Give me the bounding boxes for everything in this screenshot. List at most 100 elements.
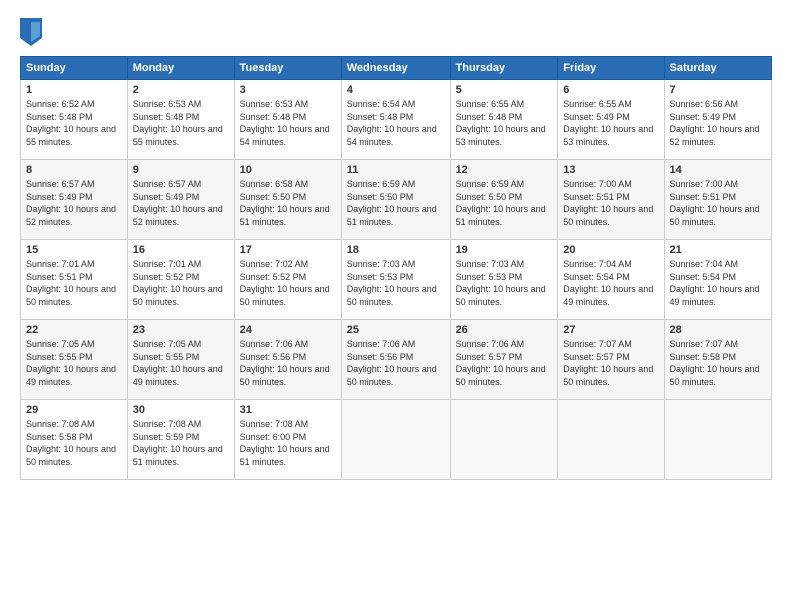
calendar-cell: 4Sunrise: 6:54 AMSunset: 5:48 PMDaylight… [341,80,450,160]
day-number: 2 [133,84,229,96]
day-info: Sunrise: 7:05 AMSunset: 5:55 PMDaylight:… [26,339,116,387]
day-number: 25 [347,324,445,336]
day-info: Sunrise: 6:55 AMSunset: 5:49 PMDaylight:… [563,99,653,147]
weekday-header-row: SundayMondayTuesdayWednesdayThursdayFrid… [21,57,772,80]
day-number: 18 [347,244,445,256]
day-number: 13 [563,164,658,176]
day-info: Sunrise: 7:00 AMSunset: 5:51 PMDaylight:… [670,179,760,227]
page-container: SundayMondayTuesdayWednesdayThursdayFrid… [0,0,792,612]
day-number: 22 [26,324,122,336]
day-info: Sunrise: 7:04 AMSunset: 5:54 PMDaylight:… [563,259,653,307]
calendar-cell: 30 Sunrise: 7:08 AMSunset: 5:59 PMDayligh… [127,400,234,480]
day-number: 11 [347,164,445,176]
day-info: Sunrise: 7:05 AMSunset: 5:55 PMDaylight:… [133,339,223,387]
day-info: Sunrise: 6:52 AMSunset: 5:48 PMDaylight:… [26,99,116,147]
calendar-cell: 6 Sunrise: 6:55 AMSunset: 5:49 PMDaylight… [558,80,664,160]
day-number: 28 [670,324,767,336]
calendar-cell: 23Sunrise: 7:05 AMSunset: 5:55 PMDayligh… [127,320,234,400]
calendar-cell: 19 Sunrise: 7:03 AMSunset: 5:53 PMDayligh… [450,240,558,320]
calendar-cell: 20 Sunrise: 7:04 AMSunset: 5:54 PMDayligh… [558,240,664,320]
day-info: Sunrise: 7:08 AMSunset: 6:00 PMDaylight:… [240,419,330,467]
day-number: 19 [456,244,553,256]
day-number: 17 [240,244,336,256]
calendar-cell: 18 Sunrise: 7:03 AMSunset: 5:53 PMDayligh… [341,240,450,320]
calendar-cell: 14 Sunrise: 7:00 AMSunset: 5:51 PMDayligh… [664,160,772,240]
day-number: 12 [456,164,553,176]
calendar-cell: 1 Sunrise: 6:52 AMSunset: 5:48 PMDaylight… [21,80,128,160]
day-info: Sunrise: 7:04 AMSunset: 5:54 PMDaylight:… [670,259,760,307]
day-number: 14 [670,164,767,176]
day-number: 5 [456,84,553,96]
day-info: Sunrise: 6:53 AMSunset: 5:48 PMDaylight:… [133,99,223,147]
day-number: 20 [563,244,658,256]
calendar-cell: 26 Sunrise: 7:06 AMSunset: 5:57 PMDayligh… [450,320,558,400]
calendar-cell: 10Sunrise: 6:58 AMSunset: 5:50 PMDayligh… [234,160,341,240]
day-info: Sunrise: 6:57 AMSunset: 5:49 PMDaylight:… [133,179,223,227]
calendar-cell: 13 Sunrise: 7:00 AMSunset: 5:51 PMDayligh… [558,160,664,240]
calendar-week-2: 8 Sunrise: 6:57 AMSunset: 5:49 PMDaylight… [21,160,772,240]
day-number: 15 [26,244,122,256]
calendar-cell [341,400,450,480]
calendar-cell [450,400,558,480]
calendar-cell: 27 Sunrise: 7:07 AMSunset: 5:57 PMDayligh… [558,320,664,400]
calendar-cell: 3Sunrise: 6:53 AMSunset: 5:48 PMDaylight… [234,80,341,160]
day-number: 8 [26,164,122,176]
day-info: Sunrise: 6:59 AMSunset: 5:50 PMDaylight:… [347,179,437,227]
day-info: Sunrise: 6:53 AMSunset: 5:48 PMDaylight:… [240,99,330,147]
calendar-cell: 12 Sunrise: 6:59 AMSunset: 5:50 PMDayligh… [450,160,558,240]
day-info: Sunrise: 6:54 AMSunset: 5:48 PMDaylight:… [347,99,437,147]
calendar-cell: 31 Sunrise: 7:08 AMSunset: 6:00 PMDayligh… [234,400,341,480]
day-number: 9 [133,164,229,176]
weekday-header-saturday: Saturday [664,57,772,80]
day-info: Sunrise: 7:03 AMSunset: 5:53 PMDaylight:… [347,259,437,307]
day-info: Sunrise: 7:06 AMSunset: 5:57 PMDaylight:… [456,339,546,387]
calendar-week-4: 22 Sunrise: 7:05 AMSunset: 5:55 PMDayligh… [21,320,772,400]
weekday-header-friday: Friday [558,57,664,80]
day-info: Sunrise: 7:07 AMSunset: 5:57 PMDaylight:… [563,339,653,387]
day-info: Sunrise: 7:06 AMSunset: 5:56 PMDaylight:… [240,339,330,387]
day-info: Sunrise: 7:00 AMSunset: 5:51 PMDaylight:… [563,179,653,227]
calendar-week-1: 1 Sunrise: 6:52 AMSunset: 5:48 PMDaylight… [21,80,772,160]
logo [20,18,46,46]
calendar-cell [558,400,664,480]
calendar-cell: 8 Sunrise: 6:57 AMSunset: 5:49 PMDaylight… [21,160,128,240]
day-info: Sunrise: 6:55 AMSunset: 5:48 PMDaylight:… [456,99,546,147]
day-number: 6 [563,84,658,96]
weekday-header-monday: Monday [127,57,234,80]
calendar-cell: 25 Sunrise: 7:06 AMSunset: 5:56 PMDayligh… [341,320,450,400]
day-number: 16 [133,244,229,256]
day-info: Sunrise: 7:08 AMSunset: 5:58 PMDaylight:… [26,419,116,467]
calendar-cell: 9 Sunrise: 6:57 AMSunset: 5:49 PMDaylight… [127,160,234,240]
day-number: 30 [133,404,229,416]
day-info: Sunrise: 7:03 AMSunset: 5:53 PMDaylight:… [456,259,546,307]
day-info: Sunrise: 7:06 AMSunset: 5:56 PMDaylight:… [347,339,437,387]
day-number: 27 [563,324,658,336]
calendar-cell: 17 Sunrise: 7:02 AMSunset: 5:52 PMDayligh… [234,240,341,320]
day-number: 1 [26,84,122,96]
calendar-cell: 15Sunrise: 7:01 AMSunset: 5:51 PMDayligh… [21,240,128,320]
day-info: Sunrise: 6:59 AMSunset: 5:50 PMDaylight:… [456,179,546,227]
calendar-cell: 28Sunrise: 7:07 AMSunset: 5:58 PMDayligh… [664,320,772,400]
day-number: 26 [456,324,553,336]
calendar-cell: 5 Sunrise: 6:55 AMSunset: 5:48 PMDaylight… [450,80,558,160]
day-info: Sunrise: 6:58 AMSunset: 5:50 PMDaylight:… [240,179,330,227]
calendar-week-3: 15Sunrise: 7:01 AMSunset: 5:51 PMDayligh… [21,240,772,320]
day-number: 29 [26,404,122,416]
weekday-header-tuesday: Tuesday [234,57,341,80]
day-info: Sunrise: 6:57 AMSunset: 5:49 PMDaylight:… [26,179,116,227]
weekday-header-thursday: Thursday [450,57,558,80]
day-info: Sunrise: 6:56 AMSunset: 5:49 PMDaylight:… [670,99,760,147]
day-info: Sunrise: 7:02 AMSunset: 5:52 PMDaylight:… [240,259,330,307]
weekday-header-wednesday: Wednesday [341,57,450,80]
calendar-cell: 22 Sunrise: 7:05 AMSunset: 5:55 PMDayligh… [21,320,128,400]
day-number: 24 [240,324,336,336]
calendar-cell [664,400,772,480]
calendar-week-5: 29 Sunrise: 7:08 AMSunset: 5:58 PMDayligh… [21,400,772,480]
day-info: Sunrise: 7:08 AMSunset: 5:59 PMDaylight:… [133,419,223,467]
calendar-table: SundayMondayTuesdayWednesdayThursdayFrid… [20,56,772,480]
calendar-cell: 21Sunrise: 7:04 AMSunset: 5:54 PMDayligh… [664,240,772,320]
calendar-cell: 2 Sunrise: 6:53 AMSunset: 5:48 PMDaylight… [127,80,234,160]
header [20,18,772,46]
day-number: 31 [240,404,336,416]
calendar-cell: 11 Sunrise: 6:59 AMSunset: 5:50 PMDayligh… [341,160,450,240]
